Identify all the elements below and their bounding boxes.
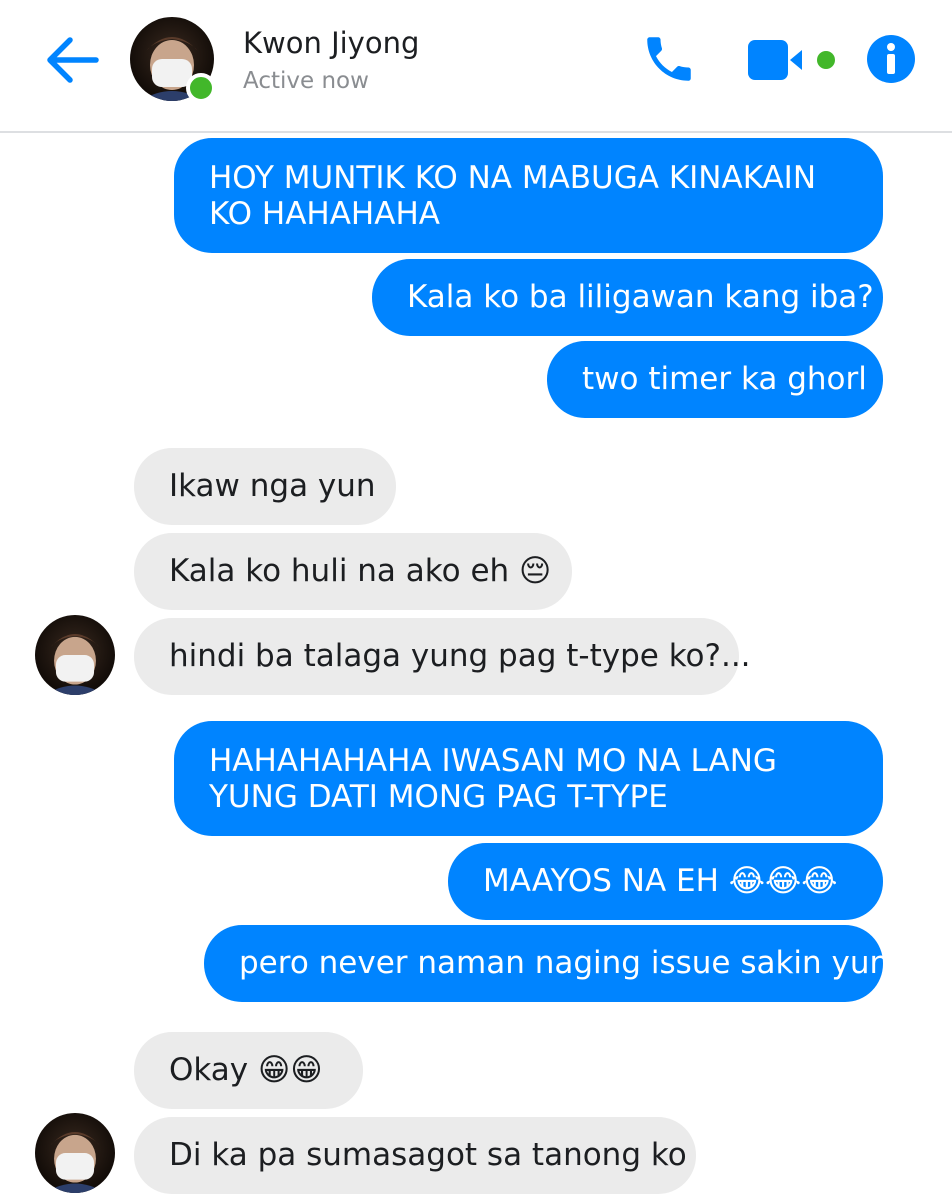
contact-name[interactable]: Kwon Jiyong — [243, 26, 419, 60]
call-button[interactable] — [640, 30, 698, 88]
message-bubble-outgoing[interactable]: two timer ka ghorl — [547, 341, 883, 418]
message-bubble-incoming[interactable]: Kala ko huli na ako eh 😔 — [134, 533, 572, 610]
message-text: HOY MUNTIK KO NA MABUGA KINAKAIN KO HAHA… — [209, 160, 817, 232]
message-text: Kala ko huli na ako eh 😔 — [169, 553, 552, 589]
message-bubble-outgoing[interactable]: Kala ko ba liligawan kang iba? — [372, 259, 883, 336]
message-bubble-outgoing[interactable]: HAHAHAHAHA IWASAN MO NA LANG YUNG DATI M… — [174, 721, 883, 836]
contact-avatar[interactable] — [130, 17, 216, 103]
sender-avatar[interactable] — [35, 1113, 115, 1193]
message-bubble-incoming[interactable]: Ikaw nga yun — [134, 448, 396, 525]
message-text: two timer ka ghorl — [582, 361, 867, 397]
message-bubble-incoming[interactable]: Okay 😁😁 — [134, 1032, 363, 1109]
chat-header: Kwon Jiyong Active now — [0, 0, 952, 133]
message-text: pero never naman naging issue sakin yun — [239, 945, 890, 981]
back-button[interactable] — [44, 34, 100, 86]
sender-avatar[interactable] — [35, 615, 115, 695]
message-bubble-outgoing[interactable]: HOY MUNTIK KO NA MABUGA KINAKAIN KO HAHA… — [174, 138, 883, 253]
message-bubble-outgoing[interactable]: pero never naman naging issue sakin yun — [204, 925, 889, 1002]
message-text: hindi ba talaga yung pag t-type ko?... — [169, 638, 751, 674]
message-bubble-outgoing[interactable]: MAAYOS NA EH 😂😂😂 — [448, 843, 883, 920]
message-bubble-incoming[interactable]: Di ka pa sumasagot sa tanong ko — [134, 1117, 696, 1194]
phone-icon — [647, 37, 691, 81]
active-status: Active now — [243, 68, 369, 94]
message-text: Kala ko ba liligawan kang iba? — [407, 279, 874, 315]
message-text: HAHAHAHAHA IWASAN MO NA LANG YUNG DATI M… — [209, 743, 777, 815]
message-text: Okay 😁😁 — [169, 1052, 323, 1088]
active-status-dot — [186, 73, 216, 103]
video-call-button[interactable] — [746, 38, 842, 82]
message-bubble-incoming[interactable]: hindi ba talaga yung pag t-type ko?... — [134, 618, 751, 695]
message-text: Di ka pa sumasagot sa tanong ko — [169, 1137, 687, 1173]
video-camera-icon — [748, 40, 835, 80]
info-button[interactable] — [865, 33, 917, 85]
info-icon — [867, 35, 915, 83]
arrow-left-icon — [47, 37, 99, 83]
message-text: Ikaw nga yun — [169, 468, 376, 504]
message-text: MAAYOS NA EH 😂😂😂 — [483, 863, 838, 899]
